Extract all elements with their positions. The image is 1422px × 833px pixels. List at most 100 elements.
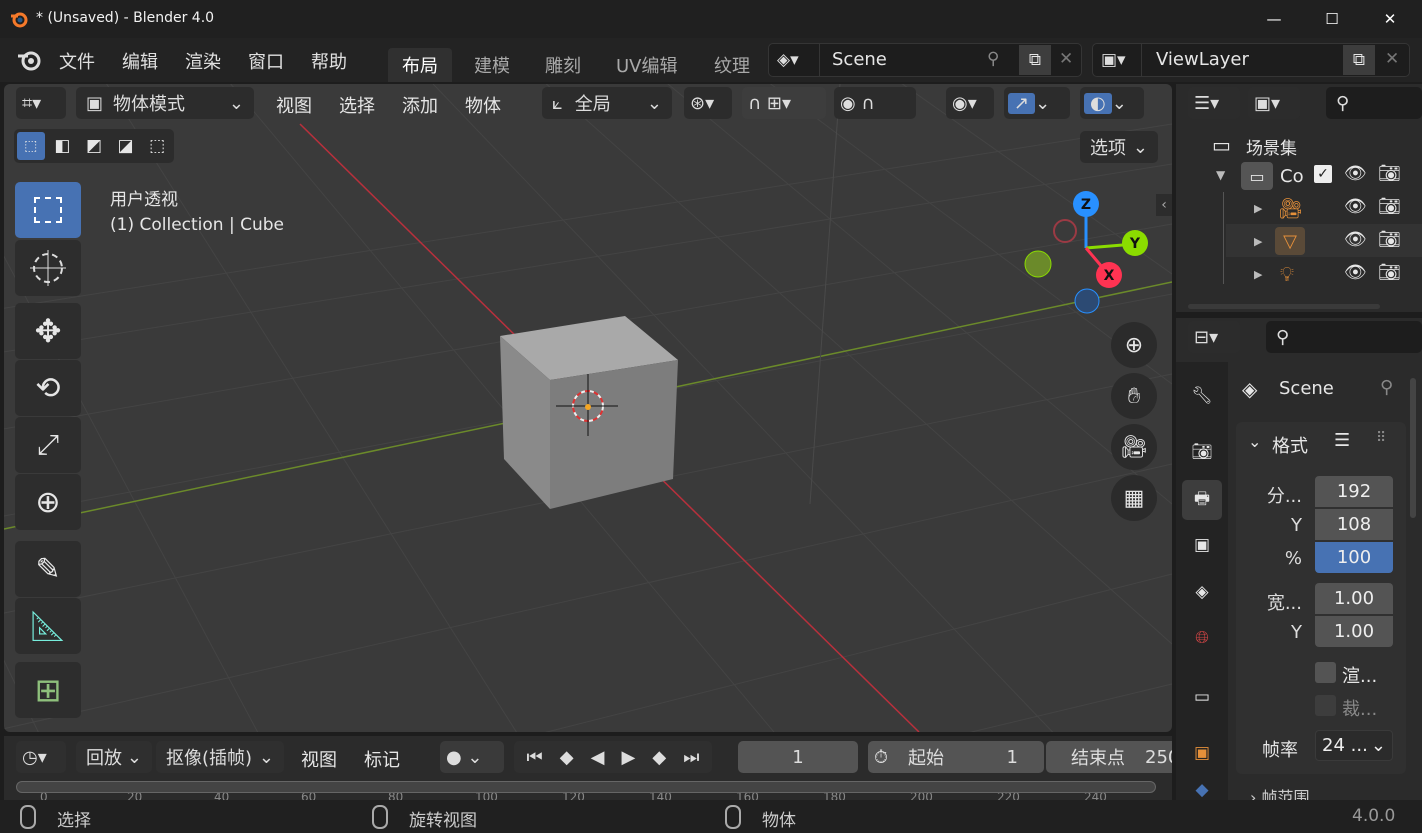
- properties-editor-type[interactable]: ⊟▾: [1188, 321, 1240, 353]
- prev-keyframe-icon[interactable]: ◆: [560, 747, 574, 768]
- properties-scrollbar[interactable]: [1410, 378, 1416, 518]
- viewport-menu-select[interactable]: 选择: [339, 92, 375, 118]
- eye-icon[interactable]: 👁︎: [1344, 163, 1367, 184]
- tool-move[interactable]: ✥: [15, 303, 81, 359]
- tool-annotate[interactable]: ✎: [15, 541, 81, 597]
- gizmo-toggle[interactable]: ↗ ⌄: [1004, 87, 1070, 119]
- render-camera-icon[interactable]: 📷︎: [1378, 196, 1401, 217]
- end-frame-field[interactable]: 结束点 250: [1046, 741, 1172, 773]
- render-camera-icon[interactable]: 📷︎: [1378, 163, 1401, 184]
- transform-orientation-selector[interactable]: ⟀ 全局 ⌄: [542, 87, 672, 119]
- timeline-marker-menu[interactable]: 标记: [364, 746, 400, 772]
- frame-range-panel[interactable]: › 帧范围: [1236, 784, 1406, 800]
- snap-button[interactable]: ∩ ⊞▾: [742, 87, 826, 119]
- current-frame-field[interactable]: 1: [738, 741, 858, 773]
- menu-help[interactable]: 帮助: [311, 48, 347, 74]
- mesh-object-icon[interactable]: ▽: [1275, 227, 1305, 255]
- render-region-checkbox[interactable]: [1315, 662, 1336, 683]
- timeline-editor-type[interactable]: ◷▾: [16, 741, 66, 773]
- viewport-menu-add[interactable]: 添加: [402, 92, 438, 118]
- new-scene-icon[interactable]: ⧉: [1019, 45, 1051, 75]
- scene-selector[interactable]: ◈▾ Scene ⚲ ⧉ ✕: [768, 43, 1082, 77]
- viewport-menu-view[interactable]: 视图: [276, 92, 312, 118]
- tab-tool[interactable]: 🔧︎: [1182, 376, 1222, 416]
- camera-object-icon[interactable]: 🎥︎: [1278, 196, 1303, 220]
- jump-start-icon[interactable]: ⏮: [527, 747, 543, 768]
- menu-render[interactable]: 渲染: [185, 48, 221, 74]
- pin-icon[interactable]: ⚲: [987, 49, 999, 69]
- outliner-search[interactable]: ⚲: [1326, 87, 1422, 119]
- tab-uv-editing[interactable]: UV编辑: [602, 48, 692, 82]
- collection-label[interactable]: Co: [1280, 166, 1304, 187]
- options-dropdown[interactable]: 选项 ⌄: [1080, 131, 1158, 163]
- crop-checkbox[interactable]: [1315, 695, 1336, 716]
- outliner-scrollbar[interactable]: [1188, 304, 1380, 309]
- tool-add-cube[interactable]: ⊞: [15, 662, 81, 718]
- tab-object[interactable]: ▣: [1182, 733, 1222, 773]
- tab-scene[interactable]: ◈: [1182, 572, 1222, 612]
- display-mode-button[interactable]: ▣▾: [1248, 87, 1300, 119]
- preset-list-icon[interactable]: ☰: [1334, 430, 1350, 451]
- eye-icon[interactable]: 👁︎: [1344, 196, 1367, 217]
- 3d-viewport[interactable]: [4, 84, 1172, 732]
- overlay-toggle[interactable]: ◐ ⌄: [1080, 87, 1144, 119]
- expand-icon[interactable]: ▶: [1254, 235, 1262, 248]
- aspect-x-field[interactable]: 1.00: [1315, 583, 1393, 614]
- aspect-y-field[interactable]: 1.00: [1315, 616, 1393, 647]
- proportional-edit-button[interactable]: ◉ ∩: [834, 87, 916, 119]
- playback-menu[interactable]: 回放 ⌄: [76, 741, 152, 773]
- ortho-toggle-button[interactable]: ▦: [1111, 475, 1157, 521]
- tab-collection[interactable]: ▭: [1182, 677, 1222, 717]
- light-object-icon[interactable]: 💡︎: [1280, 262, 1294, 286]
- tool-scale[interactable]: ⤢: [15, 417, 81, 473]
- resolution-y-field[interactable]: 108: [1315, 509, 1393, 540]
- delete-scene-icon[interactable]: ✕: [1059, 49, 1073, 69]
- format-panel-title[interactable]: 格式: [1272, 432, 1308, 458]
- eye-icon[interactable]: 👁︎: [1344, 262, 1367, 283]
- editor-type-button[interactable]: ⌗▾: [16, 87, 66, 119]
- resolution-percentage-field[interactable]: 100: [1315, 542, 1393, 573]
- tab-output[interactable]: 🖶︎: [1182, 480, 1222, 520]
- tool-rotate[interactable]: ⟲: [15, 360, 81, 416]
- tab-texture[interactable]: 纹理: [700, 48, 762, 82]
- fps-dropdown[interactable]: 24 ... ⌄: [1315, 730, 1393, 761]
- outliner-editor-type[interactable]: ☰▾: [1188, 87, 1240, 119]
- tab-view-layer[interactable]: ▣: [1182, 525, 1222, 565]
- sidebar-toggle-icon[interactable]: ‹: [1156, 194, 1172, 216]
- blender-menu-icon[interactable]: [16, 47, 44, 73]
- keying-menu[interactable]: 抠像(插帧) ⌄: [156, 741, 284, 773]
- tab-modeling[interactable]: 建模: [460, 48, 524, 82]
- tool-cursor[interactable]: [15, 240, 81, 296]
- maximize-button[interactable]: ☐: [1303, 0, 1361, 38]
- tab-modifiers[interactable]: ◆: [1182, 780, 1222, 800]
- pivot-button[interactable]: ⊛▾: [684, 87, 732, 119]
- tab-world[interactable]: 🌐︎: [1182, 618, 1222, 658]
- drag-handle-icon[interactable]: ⠿: [1376, 430, 1386, 446]
- viewport-menu-object[interactable]: 物体: [465, 92, 501, 118]
- timeline-view-menu[interactable]: 视图: [301, 746, 337, 772]
- minimize-button[interactable]: —: [1245, 0, 1303, 38]
- play-reverse-icon[interactable]: ◀: [591, 747, 605, 768]
- select-invert-icon[interactable]: ◪: [112, 132, 140, 160]
- tool-transform[interactable]: ⊕: [15, 474, 81, 530]
- render-camera-icon[interactable]: 📷︎: [1378, 229, 1401, 250]
- start-frame-field[interactable]: ⏱ 起始 1: [868, 741, 1044, 773]
- zoom-button[interactable]: ⊕: [1111, 322, 1157, 368]
- pin-icon[interactable]: ⚲: [1380, 377, 1393, 398]
- timeline-scrollbar[interactable]: [16, 781, 1156, 793]
- jump-end-icon[interactable]: ⏭: [683, 747, 699, 768]
- expand-icon[interactable]: ▼: [1216, 168, 1225, 182]
- view-layer-selector[interactable]: ▣▾ ViewLayer ⧉ ✕: [1092, 43, 1410, 77]
- render-camera-icon[interactable]: 📷︎: [1378, 262, 1401, 283]
- close-button[interactable]: ✕: [1361, 0, 1419, 38]
- exclude-checkbox[interactable]: ✓: [1314, 165, 1332, 183]
- select-new-icon[interactable]: ⬚: [17, 132, 45, 160]
- tab-sculpting[interactable]: 雕刻: [531, 48, 595, 82]
- tool-select-box[interactable]: [15, 182, 81, 238]
- select-intersect-icon[interactable]: ⬚: [143, 132, 171, 160]
- camera-view-button[interactable]: 🎥︎: [1111, 424, 1157, 470]
- select-extend-icon[interactable]: ◧: [49, 132, 77, 160]
- tab-render[interactable]: 📷︎: [1182, 432, 1222, 472]
- expand-icon[interactable]: ▶: [1254, 202, 1262, 215]
- tool-measure[interactable]: 📐︎: [15, 598, 81, 654]
